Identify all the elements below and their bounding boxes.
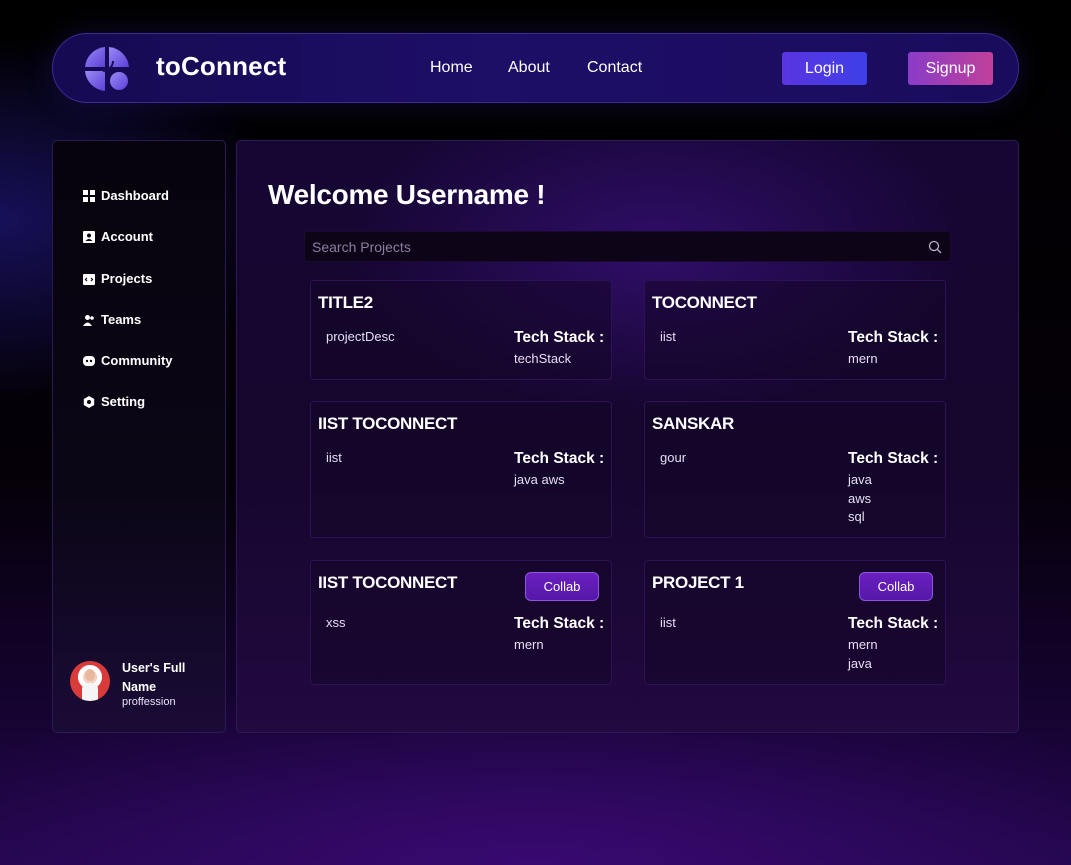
profile-role: proffession	[122, 696, 176, 708]
project-description: projectDesc	[326, 329, 395, 344]
setting-icon	[83, 395, 95, 408]
project-card[interactable]: TOCONNECT iist Tech Stack : mern	[644, 280, 946, 380]
sidebar-item-label: Setting	[101, 394, 146, 409]
project-description: iist	[326, 450, 342, 465]
project-card[interactable]: IIST TOCONNECT iist Tech Stack : java aw…	[310, 401, 612, 538]
tech-stack-item: sql	[848, 509, 865, 524]
project-title: IIST TOCONNECT	[318, 414, 458, 433]
sidebar-item-projects[interactable]: Projects	[83, 271, 152, 286]
main-panel: Welcome Username ! TITLE2 projectDesc Te…	[236, 140, 1019, 733]
dashboard-icon	[83, 189, 95, 202]
tech-stack-label: Tech Stack :	[848, 615, 939, 632]
sidebar-item-setting[interactable]: Setting	[83, 394, 145, 409]
avatar[interactable]	[70, 661, 110, 701]
top-navbar: toConnect Home About Contact Login Signu…	[52, 33, 1019, 103]
sidebar-item-label: Teams	[101, 312, 142, 327]
tech-stack-label: Tech Stack :	[848, 329, 939, 346]
logo-icon[interactable]	[83, 45, 131, 93]
projects-icon	[83, 273, 95, 285]
search-input[interactable]	[305, 232, 915, 261]
avatar-head	[85, 669, 95, 681]
avatar-body	[82, 683, 98, 701]
project-title: SANSKAR	[652, 414, 734, 433]
search-bar	[304, 231, 951, 262]
sidebar-item-label: Dashboard	[101, 188, 169, 203]
project-title: IIST TOCONNECT	[318, 573, 458, 592]
tech-stack-list: mern	[848, 350, 878, 369]
tech-stack-list: mern java	[848, 636, 878, 673]
project-title: TOCONNECT	[652, 293, 757, 312]
tech-stack-item: mern	[848, 351, 878, 366]
teams-icon	[83, 314, 94, 326]
project-title: PROJECT 1	[652, 573, 744, 592]
project-card[interactable]: TITLE2 projectDesc Tech Stack : techStac…	[310, 280, 612, 380]
sidebar-item-label: Community	[101, 353, 173, 368]
project-description: iist	[660, 615, 676, 630]
project-card[interactable]: PROJECT 1 Collab iist Tech Stack : mern …	[644, 560, 946, 685]
tech-stack-label: Tech Stack :	[514, 450, 605, 467]
account-icon	[83, 230, 95, 243]
sidebar-item-label: Account	[101, 229, 153, 244]
nav-contact-link[interactable]: Contact	[587, 59, 642, 77]
tech-stack-list: mern	[514, 636, 544, 655]
signup-button[interactable]: Signup	[908, 52, 993, 85]
project-description: xss	[326, 615, 346, 630]
nav-about-link[interactable]: About	[508, 59, 550, 77]
sidebar: Dashboard Account Projects Teams Communi…	[52, 140, 226, 733]
tech-stack-item: mern	[848, 637, 878, 652]
tech-stack-label: Tech Stack :	[848, 450, 939, 467]
brand-name[interactable]: toConnect	[156, 51, 286, 82]
project-title: TITLE2	[318, 293, 373, 312]
sidebar-item-label: Projects	[101, 271, 153, 286]
tech-stack-item: techStack	[514, 351, 572, 366]
project-description: gour	[660, 450, 687, 465]
tech-stack-label: Tech Stack :	[514, 329, 605, 346]
tech-stack-list: techStack	[514, 350, 571, 369]
login-button[interactable]: Login	[782, 52, 867, 85]
collab-button[interactable]: Collab	[859, 572, 933, 601]
sidebar-item-account[interactable]: Account	[83, 229, 153, 244]
user-profile[interactable]: User's Full Name proffession	[70, 659, 220, 719]
tech-stack-list: java aws	[514, 471, 565, 490]
sidebar-item-community[interactable]: Community	[83, 353, 173, 368]
tech-stack-item: java	[848, 655, 872, 671]
tech-stack-item: java aws	[514, 472, 565, 487]
nav-home-link[interactable]: Home	[430, 59, 473, 77]
tech-stack-list: java aws sql	[848, 471, 872, 527]
profile-name: User's Full Name	[122, 661, 186, 694]
tech-stack-item: aws	[848, 490, 872, 506]
tech-stack-item: java	[848, 472, 872, 487]
search-icon[interactable]	[928, 240, 942, 254]
sidebar-item-dashboard[interactable]: Dashboard	[83, 188, 169, 203]
project-card[interactable]: IIST TOCONNECT Collab xss Tech Stack : m…	[310, 560, 612, 685]
tech-stack-item: mern	[514, 637, 544, 652]
community-icon	[83, 355, 95, 366]
page-title: Welcome Username !	[268, 179, 546, 210]
tech-stack-label: Tech Stack :	[514, 615, 605, 632]
project-card[interactable]: SANSKAR gour Tech Stack : java aws sql	[644, 401, 946, 538]
collab-button[interactable]: Collab	[525, 572, 599, 601]
project-description: iist	[660, 329, 676, 344]
sidebar-item-teams[interactable]: Teams	[83, 312, 141, 327]
